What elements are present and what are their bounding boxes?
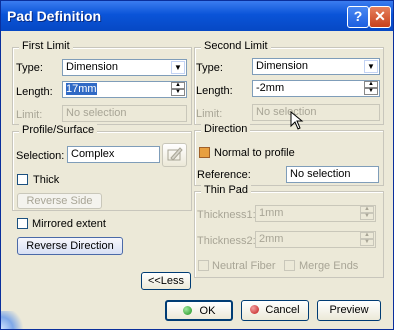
second-limit-legend: Second Limit — [201, 40, 271, 52]
neutral-fiber-checkbox[interactable] — [198, 260, 209, 271]
spin-up-icon[interactable]: ▲ — [360, 232, 374, 239]
thick-label: Thick — [33, 174, 60, 186]
close-button[interactable]: ✕ — [369, 6, 391, 28]
selection-field[interactable]: Complex — [67, 146, 160, 163]
first-limit-label: Limit: — [16, 109, 43, 121]
first-limit-legend: First Limit — [19, 40, 73, 52]
thick-checkbox[interactable] — [17, 174, 28, 185]
mouse-cursor-icon — [290, 111, 304, 130]
help-button[interactable]: ? — [347, 6, 369, 28]
thickness2-input[interactable]: 2mm ▲ ▼ — [255, 231, 376, 248]
second-limit-label: Limit: — [196, 108, 223, 120]
second-length-input[interactable]: -2mm ▲ ▼ — [252, 80, 380, 97]
second-limit-field[interactable]: No selection — [252, 104, 380, 121]
second-type-label: Type: — [196, 62, 223, 74]
first-limit-field[interactable]: No selection — [62, 105, 187, 122]
first-length-spinner[interactable]: ▲ ▼ — [171, 82, 185, 97]
ok-button[interactable]: OK — [165, 300, 233, 321]
ok-icon — [182, 306, 192, 315]
thickness1-input[interactable]: 1mm ▲ ▼ — [255, 205, 376, 222]
mirrored-extent-label: Mirrored extent — [32, 218, 106, 230]
thickness1-value: 1mm — [259, 207, 284, 219]
profile-surface-legend: Profile/Surface — [19, 124, 98, 136]
direction-legend: Direction — [201, 123, 251, 135]
thickness1-label: Thickness1: — [197, 209, 256, 221]
title-bar[interactable]: Pad Definition ? ✕ — [1, 1, 393, 31]
pad-definition-dialog: Pad Definition ? ✕ First Limit Type: Dim… — [0, 0, 394, 330]
thickness2-spinner[interactable]: ▲ ▼ — [360, 232, 374, 247]
reverse-side-button[interactable]: Reverse Side — [17, 193, 102, 209]
first-type-value: Dimension — [66, 61, 118, 73]
preview-button[interactable]: Preview — [317, 300, 381, 321]
spin-down-icon[interactable]: ▼ — [171, 89, 185, 96]
reference-label: Reference: — [197, 169, 251, 181]
first-length-label: Length: — [16, 86, 53, 98]
mirrored-extent-checkbox[interactable] — [17, 218, 28, 229]
corner-globe-icon — [1, 311, 25, 329]
first-length-input[interactable]: 17mm ▲ ▼ — [62, 81, 187, 98]
ok-label: OK — [199, 305, 216, 317]
thin-pad-legend: Thin Pad — [201, 184, 252, 196]
spin-down-icon[interactable]: ▼ — [360, 239, 374, 246]
cancel-button[interactable]: Cancel — [241, 300, 309, 321]
reverse-direction-button[interactable]: Reverse Direction — [17, 237, 123, 255]
spin-up-icon[interactable]: ▲ — [360, 206, 374, 213]
normal-to-profile-checkbox[interactable] — [199, 147, 210, 158]
thickness2-value: 2mm — [259, 233, 284, 245]
less-button[interactable]: <<Less — [141, 272, 191, 290]
window-title: Pad Definition — [7, 8, 102, 24]
normal-to-profile-label: Normal to profile — [214, 147, 295, 159]
spin-up-icon[interactable]: ▲ — [171, 82, 185, 89]
thickness1-spinner[interactable]: ▲ ▼ — [360, 206, 374, 221]
cancel-icon — [250, 305, 260, 314]
chevron-down-icon[interactable]: ▼ — [171, 61, 185, 74]
spin-down-icon[interactable]: ▼ — [364, 88, 378, 95]
sketcher-button[interactable] — [162, 143, 187, 167]
neutral-fiber-label: Neutral Fiber — [212, 260, 276, 272]
cancel-label: Cancel — [265, 304, 300, 316]
second-length-spinner[interactable]: ▲ ▼ — [364, 81, 378, 96]
sketch-icon — [167, 147, 183, 161]
second-type-value: Dimension — [256, 60, 308, 72]
second-type-select[interactable]: Dimension ▼ — [252, 58, 380, 75]
second-length-label: Length: — [196, 85, 233, 97]
merge-ends-label: Merge Ends — [299, 260, 359, 272]
first-length-value: 17mm — [66, 83, 97, 95]
thickness2-label: Thickness2: — [197, 235, 256, 247]
spin-down-icon[interactable]: ▼ — [360, 213, 374, 220]
merge-ends-checkbox[interactable] — [284, 260, 295, 271]
first-type-label: Type: — [16, 62, 43, 74]
spin-up-icon[interactable]: ▲ — [364, 81, 378, 88]
reference-field[interactable]: No selection — [286, 166, 379, 183]
first-type-select[interactable]: Dimension ▼ — [62, 59, 187, 76]
chevron-down-icon[interactable]: ▼ — [364, 60, 378, 73]
second-length-value: -2mm — [256, 82, 285, 94]
selection-label: Selection: — [16, 150, 65, 162]
